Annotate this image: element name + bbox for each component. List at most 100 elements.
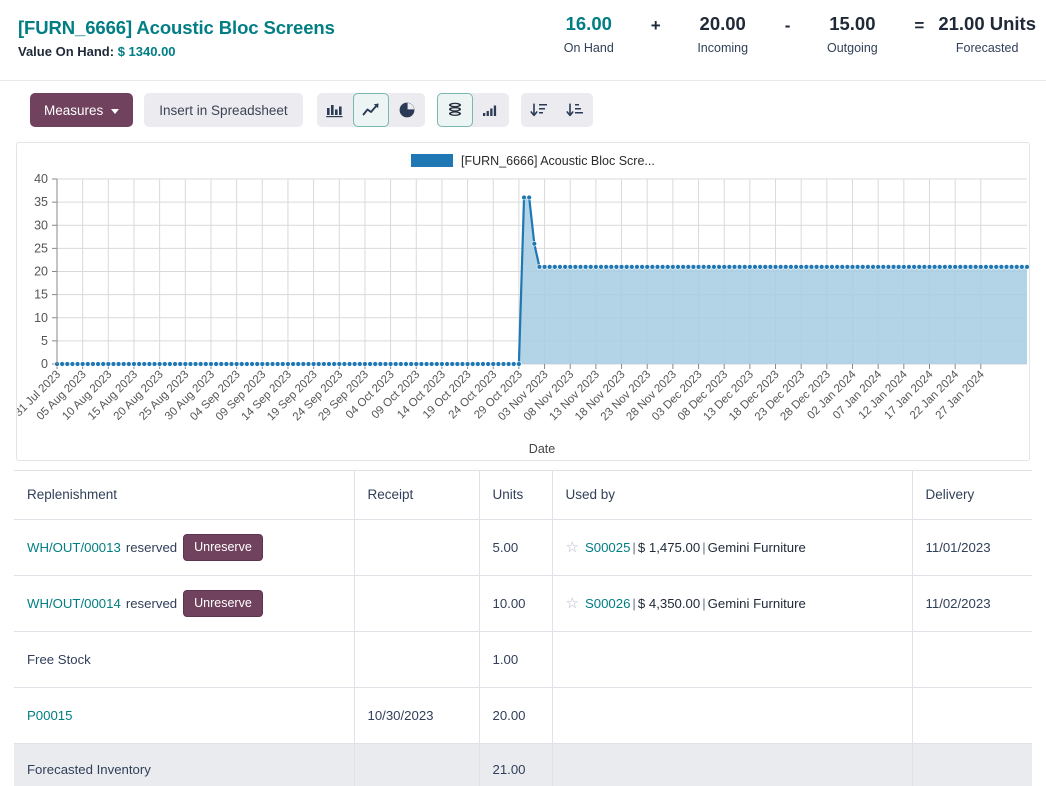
- cell-units: 20.00: [479, 687, 552, 743]
- chart-legend: [FURN_6666] Acoustic Bloc Scre...: [411, 154, 655, 168]
- cell-units: 5.00: [479, 519, 552, 575]
- forecast-area-chart[interactable]: [FURN_6666] Acoustic Bloc Scre...0510152…: [17, 143, 1029, 460]
- forecasted-inventory-row: Forecasted Inventory 21.00: [14, 743, 1032, 786]
- sort-ascending-icon: [566, 102, 584, 118]
- stat-on-hand[interactable]: 16.00 On Hand: [541, 12, 637, 55]
- forecasted-inventory-delivery: [912, 743, 1032, 786]
- replenishment-table-wrap: Replenishment Receipt Units Used by Deli…: [14, 470, 1032, 786]
- sort-ascending-button[interactable]: [557, 93, 593, 127]
- cell-delivery: 11/02/2023: [912, 575, 1032, 631]
- cell-receipt: 10/30/2023: [354, 687, 479, 743]
- stat-incoming[interactable]: 20.00 Incoming: [675, 12, 771, 55]
- operator-equals: =: [900, 12, 938, 37]
- header-left: [FURN_6666] Acoustic Bloc Screens Value …: [0, 0, 335, 59]
- bar-chart-button[interactable]: [317, 93, 353, 127]
- cell-usedby: ☆ S00025 | $ 1,475.00 | Gemini Furniture: [552, 519, 912, 575]
- svg-text:[FURN_6666] Acoustic Bloc Scre: [FURN_6666] Acoustic Bloc Scre...: [461, 154, 655, 168]
- column-header-receipt: Receipt: [354, 471, 479, 519]
- svg-text:0: 0: [41, 357, 48, 371]
- usedby-partner: Gemini Furniture: [708, 596, 806, 611]
- line-chart-icon: [362, 102, 380, 118]
- chevron-down-icon: [111, 109, 119, 114]
- svg-text:35: 35: [34, 195, 48, 209]
- cell-units: 10.00: [479, 575, 552, 631]
- chart-mode-group: [437, 93, 509, 127]
- insert-in-spreadsheet-button[interactable]: Insert in Spreadsheet: [144, 93, 302, 127]
- unreserve-button[interactable]: Unreserve: [183, 534, 263, 561]
- cell-receipt: [354, 631, 479, 687]
- value-on-hand: Value On Hand: $ 1340.00: [18, 44, 335, 59]
- favorite-star-icon[interactable]: ☆: [566, 540, 579, 555]
- table-row[interactable]: Free Stock 1.00: [14, 631, 1032, 687]
- replenishment-link[interactable]: WH/OUT/00013: [27, 540, 121, 555]
- sale-order-link[interactable]: S00026: [585, 596, 630, 611]
- sort-group: [521, 93, 593, 127]
- line-chart-button[interactable]: [353, 93, 389, 127]
- cell-units: 1.00: [479, 631, 552, 687]
- cell-delivery: [912, 631, 1032, 687]
- cell-delivery: 11/01/2023: [912, 519, 1032, 575]
- usedby-amount: $ 4,350.00: [638, 596, 700, 611]
- cumulative-button[interactable]: [473, 93, 509, 127]
- usedby-partner: Gemini Furniture: [708, 540, 806, 555]
- replenishment-link[interactable]: P00015: [27, 708, 72, 723]
- svg-text:40: 40: [34, 172, 48, 186]
- cell-replenishment: WH/OUT/00014 reserved Unreserve: [14, 575, 354, 631]
- stacked-button[interactable]: [437, 93, 473, 127]
- stat-on-hand-label: On Hand: [541, 41, 637, 55]
- cell-usedby: [552, 631, 912, 687]
- column-header-units: Units: [479, 471, 552, 519]
- table-row[interactable]: P00015 10/30/2023 20.00: [14, 687, 1032, 743]
- value-on-hand-amount: $ 1340.00: [118, 44, 176, 59]
- cell-replenishment: Free Stock: [14, 631, 354, 687]
- chart-toolbar: Measures Insert in Spreadsheet: [0, 81, 1046, 139]
- svg-text:25: 25: [34, 241, 48, 255]
- cell-receipt: [354, 519, 479, 575]
- sort-descending-icon: [530, 102, 548, 118]
- replenishment-state: reserved: [126, 540, 177, 555]
- forecasted-inventory-usedby: [552, 743, 912, 786]
- sort-descending-button[interactable]: [521, 93, 557, 127]
- cell-delivery: [912, 687, 1032, 743]
- stat-forecasted-label: Forecasted: [938, 41, 1036, 55]
- forecasted-inventory-label: Forecasted Inventory: [14, 743, 354, 786]
- usedby-amount: $ 1,475.00: [638, 540, 700, 555]
- cell-usedby: [552, 687, 912, 743]
- measures-label: Measures: [44, 103, 103, 118]
- header-stats: 16.00 On Hand + 20.00 Incoming - 15.00 O…: [480, 12, 1036, 55]
- replenishment-state: reserved: [126, 596, 177, 611]
- stat-forecasted-value: 21.00 Units: [938, 12, 1036, 35]
- cell-receipt: [354, 575, 479, 631]
- svg-text:5: 5: [41, 334, 48, 348]
- stat-outgoing-label: Outgoing: [804, 41, 900, 55]
- chart-type-group: [317, 93, 425, 127]
- svg-text:30: 30: [34, 218, 48, 232]
- measures-dropdown-button[interactable]: Measures: [30, 93, 133, 127]
- operator-minus: -: [771, 12, 805, 37]
- table-row[interactable]: WH/OUT/00013 reserved Unreserve 5.00 ☆ S…: [14, 519, 1032, 575]
- chart-xlabel: Date: [529, 442, 555, 456]
- stat-forecasted[interactable]: 21.00 Units Forecasted: [938, 12, 1036, 55]
- svg-text:20: 20: [34, 265, 48, 279]
- favorite-star-icon[interactable]: ☆: [566, 596, 579, 611]
- column-header-replenishment: Replenishment: [14, 471, 354, 519]
- stat-on-hand-value: 16.00: [541, 12, 637, 35]
- cell-replenishment: P00015: [14, 687, 354, 743]
- stat-incoming-label: Incoming: [675, 41, 771, 55]
- stat-outgoing-value: 15.00: [804, 12, 900, 35]
- svg-text:10: 10: [34, 311, 48, 325]
- forecast-chart-card[interactable]: [FURN_6666] Acoustic Bloc Scre...0510152…: [16, 142, 1030, 461]
- table-header-row: Replenishment Receipt Units Used by Deli…: [14, 471, 1032, 519]
- page-title: [FURN_6666] Acoustic Bloc Screens: [18, 17, 335, 39]
- cell-replenishment: WH/OUT/00013 reserved Unreserve: [14, 519, 354, 575]
- bar-chart-icon: [326, 102, 343, 118]
- sale-order-link[interactable]: S00025: [585, 540, 630, 555]
- forecasted-inventory-units: 21.00: [479, 743, 552, 786]
- pie-chart-button[interactable]: [389, 93, 425, 127]
- stat-outgoing[interactable]: 15.00 Outgoing: [804, 12, 900, 55]
- unreserve-button[interactable]: Unreserve: [183, 590, 263, 617]
- chart-area-fill: [57, 198, 1027, 365]
- table-row[interactable]: WH/OUT/00014 reserved Unreserve 10.00 ☆ …: [14, 575, 1032, 631]
- replenishment-table: Replenishment Receipt Units Used by Deli…: [14, 471, 1032, 786]
- replenishment-link[interactable]: WH/OUT/00014: [27, 596, 121, 611]
